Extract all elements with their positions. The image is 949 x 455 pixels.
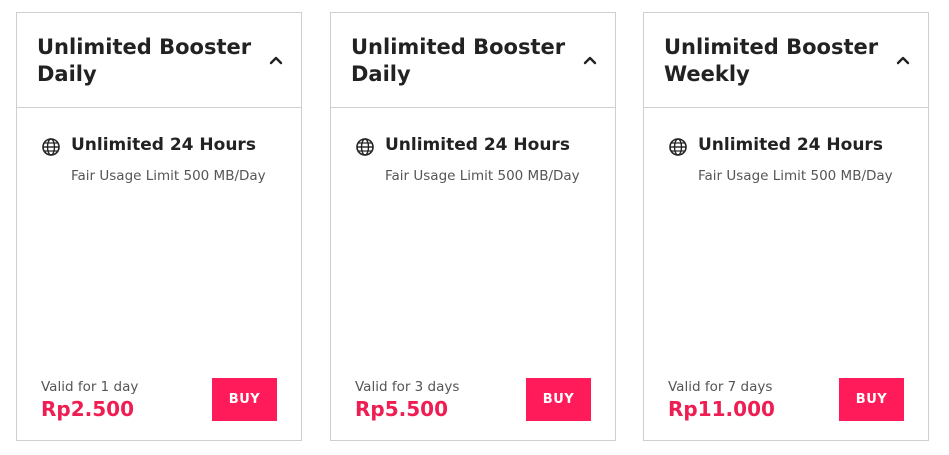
chevron-up-icon[interactable] bbox=[269, 53, 283, 67]
globe-icon bbox=[42, 138, 60, 156]
buy-button[interactable]: BUY bbox=[526, 378, 591, 421]
globe-icon bbox=[669, 138, 687, 156]
chevron-up-icon[interactable] bbox=[896, 53, 910, 67]
validity-text: Valid for 7 days bbox=[668, 379, 773, 395]
card-header[interactable]: Unlimited Booster Weekly bbox=[644, 13, 928, 108]
price: Rp5.500 bbox=[355, 397, 448, 421]
feature-title: Unlimited 24 Hours bbox=[71, 135, 256, 155]
feature-title: Unlimited 24 Hours bbox=[385, 135, 570, 155]
chevron-up-icon[interactable] bbox=[583, 53, 597, 67]
buy-button[interactable]: BUY bbox=[839, 378, 904, 421]
feature-description: Fair Usage Limit 500 MB/Day bbox=[698, 168, 893, 184]
price: Rp11.000 bbox=[668, 397, 775, 421]
package-card: Unlimited Booster Weekly Unlimited 24 Ho… bbox=[643, 12, 929, 441]
buy-button[interactable]: BUY bbox=[212, 378, 277, 421]
validity-text: Valid for 3 days bbox=[355, 379, 460, 395]
feature-description: Fair Usage Limit 500 MB/Day bbox=[385, 168, 580, 184]
price: Rp2.500 bbox=[41, 397, 134, 421]
card-header[interactable]: Unlimited Booster Daily bbox=[331, 13, 615, 108]
card-title: Unlimited Booster Daily bbox=[351, 35, 566, 86]
package-card: Unlimited Booster Daily Unlimited 24 Hou… bbox=[330, 12, 616, 441]
card-title: Unlimited Booster Weekly bbox=[664, 35, 879, 86]
globe-icon bbox=[356, 138, 374, 156]
card-header[interactable]: Unlimited Booster Daily bbox=[17, 13, 301, 108]
validity-text: Valid for 1 day bbox=[41, 379, 139, 395]
feature-title: Unlimited 24 Hours bbox=[698, 135, 883, 155]
package-card: Unlimited Booster Daily Unlimited 24 Hou… bbox=[16, 12, 302, 441]
feature-description: Fair Usage Limit 500 MB/Day bbox=[71, 168, 266, 184]
card-title: Unlimited Booster Daily bbox=[37, 35, 252, 86]
